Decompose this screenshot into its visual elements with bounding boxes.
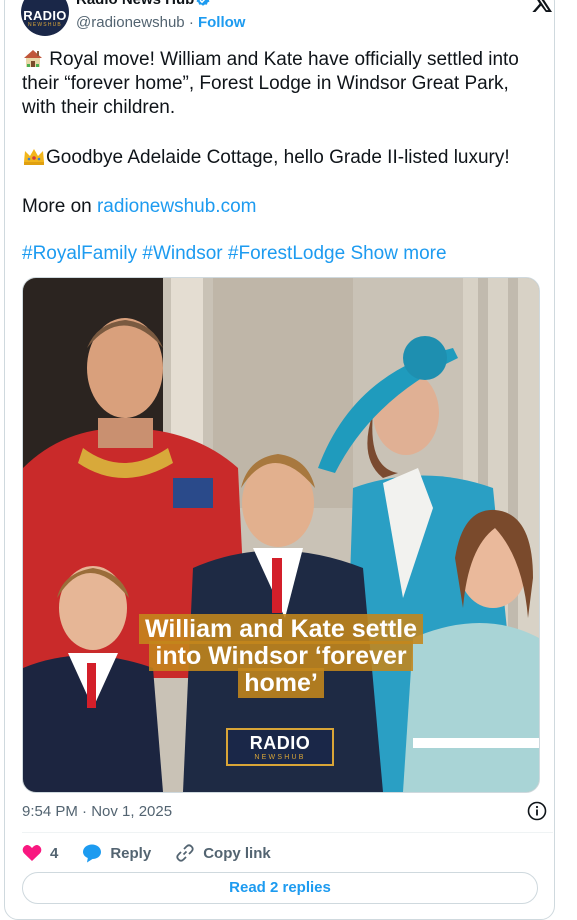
follow-button[interactable]: Follow <box>198 14 246 31</box>
like-button[interactable]: 4 <box>22 844 58 862</box>
show-more-link[interactable]: Show more <box>350 243 446 264</box>
post-text-2: Goodbye Adelaide Cottage, hello Grade II… <box>46 147 510 168</box>
post-text-line-1: Royal move! William and Kate have offici… <box>22 48 542 120</box>
avatar-text-radio: RADIO <box>23 7 67 23</box>
copy-link-button[interactable]: Copy link <box>175 843 271 863</box>
author-name[interactable]: Radio News Hub <box>76 0 194 8</box>
hashtag-line: #RoyalFamily #Windsor #ForestLodge Show … <box>22 242 542 266</box>
reply-label: Reply <box>110 844 152 862</box>
royal-family-photo <box>23 278 539 792</box>
post-text-line-2: Goodbye Adelaide Cottage, hello Grade II… <box>22 146 542 170</box>
post-more-line: More on radionewshub.com <box>22 195 542 219</box>
verified-badge-icon <box>196 0 210 6</box>
read-replies-button[interactable]: Read 2 replies <box>22 872 538 904</box>
copy-link-label: Copy link <box>203 844 271 862</box>
image-logo-radio: RADIO <box>249 733 311 753</box>
avatar-text-newshub: NEWSHUB <box>28 21 62 28</box>
author-handle[interactable]: @radionewshub <box>76 14 185 31</box>
image-caption: William and Kate settle into Windsor ‘fo… <box>121 614 441 698</box>
crown-icon <box>24 149 44 165</box>
link-icon <box>176 844 194 862</box>
post-timestamp[interactable]: 9:54 PM · Nov 1, 2025 <box>22 803 172 820</box>
image-logo-newshub: NEWSHUB <box>254 754 306 761</box>
reply-bubble-icon <box>83 844 102 863</box>
house-icon <box>24 50 42 67</box>
divider <box>22 832 553 833</box>
separator: · <box>188 14 194 31</box>
more-prefix: More on <box>22 196 97 217</box>
heart-icon <box>22 845 42 861</box>
post-text-1: Royal move! William and Kate have offici… <box>22 49 519 118</box>
like-count: 4 <box>50 844 59 862</box>
author-handle-row: @radionewshub · Follow <box>76 14 245 31</box>
website-link[interactable]: radionewshub.com <box>97 196 256 217</box>
hashtag-windsor[interactable]: #Windsor <box>142 243 222 264</box>
reply-button[interactable]: Reply <box>82 843 151 863</box>
hashtag-royalfamily[interactable]: #RoyalFamily <box>22 243 137 264</box>
x-logo-icon[interactable] <box>531 0 553 12</box>
post-image[interactable]: William and Kate settle into Windsor ‘fo… <box>22 277 540 793</box>
image-brand-logo: RADIO NEWSHUB <box>226 728 334 766</box>
hashtag-forestlodge[interactable]: #ForestLodge <box>228 243 345 264</box>
info-icon[interactable] <box>527 801 547 821</box>
action-bar: 4 Reply Copy link <box>22 842 295 864</box>
